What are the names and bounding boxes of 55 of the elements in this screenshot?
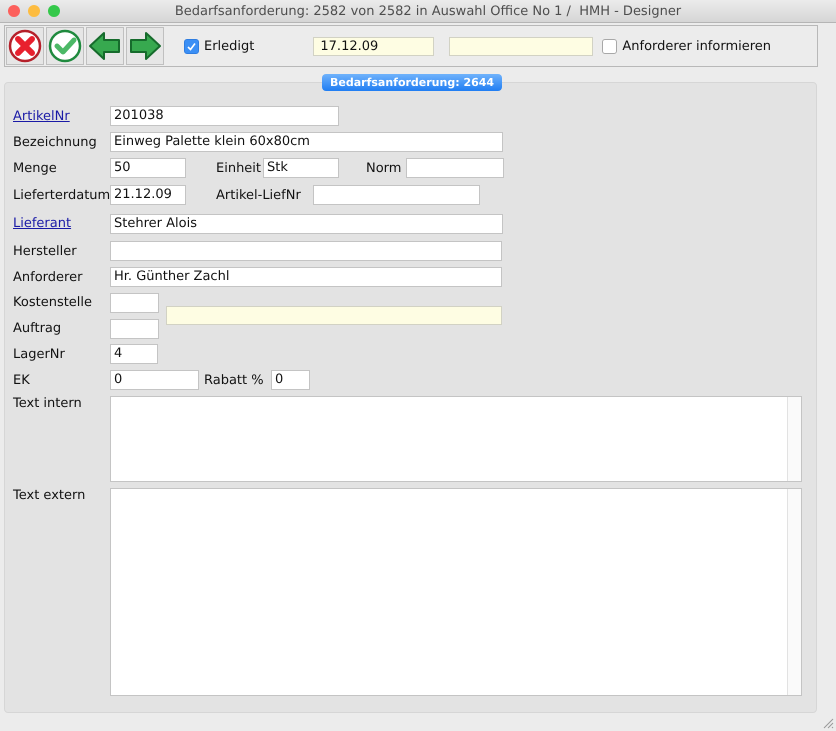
input-field[interactable] xyxy=(449,36,594,56)
input-field[interactable]: Stehrer Alois xyxy=(110,214,503,234)
checkbox[interactable] xyxy=(184,38,199,54)
text-area[interactable] xyxy=(110,488,802,696)
close-icon xyxy=(8,29,42,63)
input-field[interactable]: 4 xyxy=(110,344,158,364)
zoom-window-button[interactable] xyxy=(48,5,60,17)
resize-grip-icon[interactable] xyxy=(823,718,834,729)
check-icon xyxy=(187,42,196,50)
date-field[interactable]: 17.12.09 xyxy=(313,36,434,56)
field-label: Einheit xyxy=(216,160,262,176)
field-label: Artikel-LiefNr xyxy=(216,188,302,202)
field-link[interactable]: Lieferant xyxy=(13,216,110,231)
field-link[interactable]: ArtikelNr xyxy=(13,108,110,124)
input-field[interactable] xyxy=(313,185,480,205)
input-field[interactable] xyxy=(110,292,159,312)
back-button[interactable] xyxy=(86,27,124,65)
input-field[interactable] xyxy=(110,318,159,338)
input-field[interactable]: Stk xyxy=(263,158,339,178)
field-label: Menge xyxy=(13,160,58,176)
checkmark-icon xyxy=(48,29,82,63)
field-label: Anforderer xyxy=(13,270,84,284)
field-label: Text intern xyxy=(13,396,83,411)
cancel-button[interactable] xyxy=(6,27,44,65)
right-arrow-icon xyxy=(128,31,162,61)
field-label: EK xyxy=(13,372,31,388)
field-label: Text extern xyxy=(13,488,86,503)
input-field[interactable] xyxy=(110,241,502,261)
minimize-window-button[interactable] xyxy=(28,5,40,17)
window-title: Bedarfsanforderung: 2582 von 2582 in Auswahl Office No 1 / HMH - Designer xyxy=(174,4,682,18)
input-field[interactable]: Hr. Günther Zachl xyxy=(110,267,502,287)
field-label: Hersteller xyxy=(13,244,78,258)
close-window-button[interactable] xyxy=(8,5,20,17)
left-arrow-icon xyxy=(88,31,122,61)
checkbox-label: Erledigt xyxy=(204,38,254,54)
field-label: Bezeichnung xyxy=(13,134,98,150)
input-field[interactable]: 0 xyxy=(271,370,310,390)
field-label: Lieferterdatum xyxy=(13,188,110,202)
forward-button[interactable] xyxy=(126,27,164,65)
field-label: LagerNr xyxy=(13,346,66,362)
input-field[interactable]: 0 xyxy=(110,370,199,390)
section-badge: Bedarfsanforderung: 2644 xyxy=(322,74,502,91)
input-field[interactable]: Einweg Palette klein 60x80cm xyxy=(110,132,503,152)
field-label: Rabatt % xyxy=(204,372,265,388)
checkbox-label: Anforderer informieren xyxy=(622,38,772,54)
checkbox[interactable] xyxy=(602,38,618,54)
input-field[interactable]: 21.12.09 xyxy=(110,185,186,205)
confirm-button[interactable] xyxy=(46,27,84,65)
field-label: Norm xyxy=(366,160,402,176)
text-area[interactable] xyxy=(110,396,802,482)
input-field[interactable] xyxy=(406,158,504,178)
field-label: Auftrag xyxy=(13,321,62,336)
field-label: Kostenstelle xyxy=(13,295,94,310)
input-field[interactable]: 201038 xyxy=(110,106,339,126)
input-field[interactable]: 50 xyxy=(110,158,186,178)
